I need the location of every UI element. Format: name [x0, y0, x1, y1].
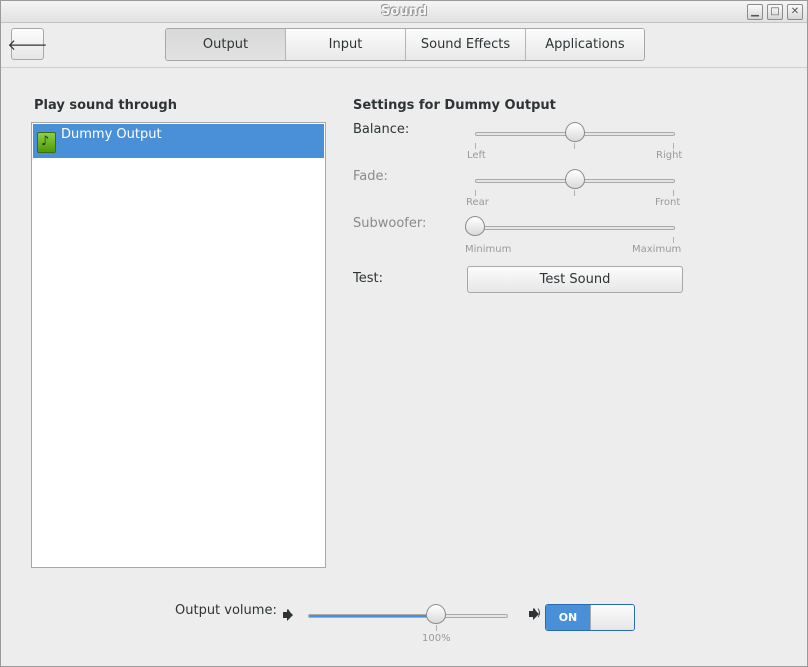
device-list-heading: Play sound through: [34, 98, 177, 113]
subwoofer-max-label: Maximum: [632, 244, 682, 255]
tab-sound-effects[interactable]: Sound Effects: [406, 29, 526, 60]
slider-tick: [475, 143, 476, 149]
speaker-high-icon: )): [523, 606, 541, 622]
fade-min-label: Rear: [466, 197, 489, 208]
output-device-list[interactable]: Dummy Output: [31, 122, 326, 568]
slider-tick: [475, 190, 476, 196]
back-arrow-icon: 🡐: [7, 35, 48, 54]
fade-label: Fade:: [353, 169, 388, 184]
subwoofer-min-label: Minimum: [465, 244, 512, 255]
tab-input[interactable]: Input: [286, 29, 406, 60]
test-label: Test:: [353, 271, 383, 286]
slider-knob[interactable]: [426, 604, 446, 626]
balance-min-label: Left: [467, 150, 486, 161]
sound-window: Sound ▁ □ ✕ 🡐 Output Input Sound Effects…: [0, 0, 808, 667]
tab-applications[interactable]: Applications: [526, 29, 644, 60]
slider-trough: [308, 614, 508, 618]
slider-tick: [673, 237, 674, 243]
slider-trough: [475, 226, 675, 230]
test-sound-button[interactable]: Test Sound: [467, 266, 683, 293]
volume-fill: [309, 615, 437, 617]
balance-label: Balance:: [353, 122, 410, 137]
switch-handle[interactable]: [589, 605, 634, 630]
title-bar[interactable]: Sound ▁ □ ✕: [1, 1, 807, 23]
device-item-dummy-output[interactable]: Dummy Output: [33, 124, 324, 158]
maximize-button[interactable]: □: [767, 4, 783, 20]
close-button[interactable]: ✕: [787, 4, 803, 20]
slider-tick: [673, 143, 674, 149]
fade-slider[interactable]: Rear Front: [466, 169, 680, 208]
subwoofer-label: Subwoofer:: [353, 216, 427, 231]
slider-knob[interactable]: [465, 216, 485, 238]
device-item-label: Dummy Output: [61, 127, 162, 142]
balance-max-label: Right: [656, 150, 683, 161]
tab-output[interactable]: Output: [166, 29, 286, 60]
window-title: Sound: [380, 4, 428, 19]
output-volume-slider[interactable]: 100%: [308, 604, 508, 644]
tab-bar: Output Input Sound Effects Applications: [165, 28, 645, 61]
mute-switch[interactable]: ON: [545, 604, 635, 631]
balance-slider[interactable]: Left Right: [467, 122, 682, 161]
slider-tick: [673, 190, 674, 196]
toolbar-separator: [1, 67, 807, 68]
speaker-low-icon: ): [277, 607, 293, 623]
fade-max-label: Front: [655, 197, 681, 208]
switch-on-label: ON: [546, 605, 590, 630]
slider-knob[interactable]: [565, 122, 585, 144]
minimize-button[interactable]: ▁: [747, 4, 763, 20]
audio-card-icon: [37, 132, 56, 153]
settings-heading: Settings for Dummy Output: [353, 98, 556, 113]
output-volume-label: Output volume:: [175, 603, 277, 618]
volume-100-label: 100%: [422, 633, 451, 644]
slider-knob[interactable]: [565, 169, 585, 191]
subwoofer-slider[interactable]: Minimum Maximum: [465, 216, 681, 255]
back-button[interactable]: 🡐: [7, 28, 48, 60]
